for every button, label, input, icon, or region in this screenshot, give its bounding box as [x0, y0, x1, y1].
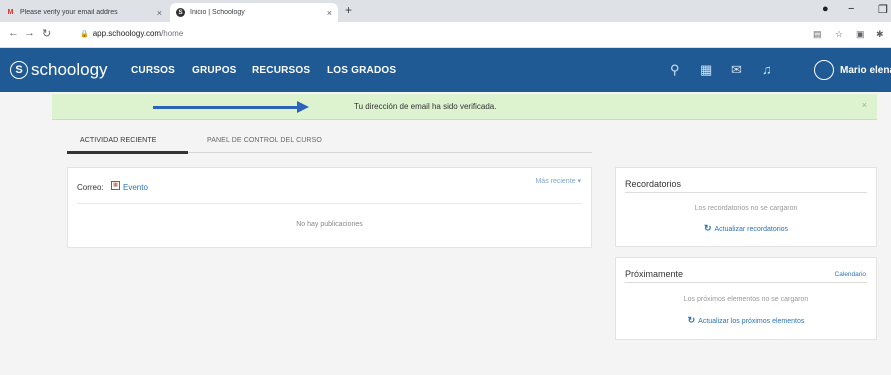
close-tab-icon[interactable]: × [327, 8, 332, 18]
notifications-bell-icon[interactable]: ♫ [762, 62, 772, 77]
schoology-nav: S schoology CURSOS GRUPOS RECURSOS LOS G… [0, 48, 891, 92]
refresh-icon: ↻ [687, 315, 696, 325]
new-tab-button[interactable]: + [345, 3, 352, 17]
puzzle-icon[interactable]: ✱ [876, 29, 884, 40]
divider [625, 282, 867, 283]
schoology-logo-icon: S [10, 61, 28, 79]
reload-icon[interactable]: ↻ [42, 27, 51, 40]
schoology-favicon: S [176, 8, 185, 17]
activity-feed: Correo: ▦ Evento Más reciente ▾ No hay p… [67, 167, 592, 248]
profile-dot-icon[interactable]: ● [822, 3, 829, 15]
calendar-icon[interactable]: ▦ [700, 62, 712, 78]
back-icon[interactable]: ← [8, 27, 19, 39]
browser-tab-strip: M Please verify your email addres × S In… [0, 0, 891, 22]
nav-los-grados[interactable]: LOS GRADOS [327, 65, 396, 76]
close-banner-icon[interactable]: × [862, 100, 867, 110]
logo-text: schoology [31, 60, 108, 79]
nav-grupos[interactable]: GRUPOS [192, 65, 237, 76]
post-label: Correo: [77, 183, 104, 192]
reminders-note: Los recordatorios no se cargaron [694, 205, 798, 212]
address-bar: ← → ↻ 🔒 app.schoology.com/home ▤ ☆ ▣ ✱ [0, 22, 891, 48]
sort-dropdown[interactable]: Más reciente ▾ [535, 177, 581, 185]
gmail-icon: M [7, 9, 14, 16]
empty-feed-text: No hay publicaciones [296, 221, 363, 228]
lock-icon: 🔒 [80, 31, 89, 38]
calendar-link[interactable]: Calendario [835, 271, 866, 278]
refresh-reminders-link[interactable]: ↻ Actualizar recordatorios [616, 223, 876, 234]
browser-tab-gmail[interactable]: M Please verify your email addres × [0, 3, 168, 22]
close-tab-icon[interactable]: × [157, 8, 162, 18]
event-calendar-icon: ▦ [111, 181, 120, 190]
mail-icon[interactable]: ✉ [731, 62, 742, 78]
active-tab-underline [67, 151, 188, 154]
upcoming-card: Próximamente Calendario Los próximos ele… [615, 257, 877, 340]
forward-icon[interactable]: → [24, 27, 35, 39]
schoology-logo[interactable]: S schoology [10, 60, 108, 80]
divider [625, 192, 867, 193]
arrow-annotation [153, 101, 309, 113]
avatar[interactable] [814, 60, 834, 80]
user-name[interactable]: Mario elena [840, 65, 891, 76]
url-path: /home [161, 29, 184, 38]
url-field[interactable]: 🔒 app.schoology.com/home [80, 29, 183, 38]
banner-message: Tu dirección de email ha sido verificada… [354, 102, 497, 111]
bookmark-star-icon[interactable]: ☆ [835, 29, 843, 40]
home-tabs: ACTIVIDAD RECIENTE PANEL DE CONTROL DEL … [67, 127, 592, 154]
refresh-upcoming-label: Actualizar los próximos elementos [698, 318, 805, 325]
reminders-card: Recordatorios Los recordatorios no se ca… [615, 167, 877, 247]
extension-icon[interactable]: ▣ [856, 29, 865, 40]
event-link[interactable]: Evento [123, 183, 148, 192]
nav-recursos[interactable]: RECURSOS [252, 65, 310, 76]
refresh-icon: ↻ [703, 223, 712, 233]
refresh-upcoming-link[interactable]: ↻ Actualizar los próximos elementos [616, 315, 876, 326]
browser-tab-schoology[interactable]: S Inicio | Schoology × [170, 3, 338, 22]
reminders-title: Recordatorios [625, 179, 682, 189]
refresh-reminders-label: Actualizar recordatorios [714, 226, 789, 233]
url-host: app.schoology.com [92, 29, 162, 38]
tab-actividad-reciente[interactable]: ACTIVIDAD RECIENTE [80, 137, 156, 144]
tab-panel-control-curso[interactable]: PANEL DE CONTROL DEL CURSO [207, 137, 322, 144]
search-icon[interactable]: ⚲ [670, 62, 680, 78]
upcoming-title: Próximamente [625, 269, 684, 279]
tab-title: Please verify your email addres [20, 9, 118, 16]
minimize-icon[interactable]: − [848, 3, 854, 15]
restore-icon[interactable]: ❐ [878, 3, 888, 16]
upcoming-note: Los próximos elementos no se cargaron [683, 296, 809, 303]
tab-title: Inicio | Schoology [190, 9, 245, 16]
divider [77, 203, 582, 204]
email-verified-banner: Tu dirección de email ha sido verificada… [52, 94, 877, 120]
nav-cursos[interactable]: CURSOS [131, 65, 175, 76]
translate-icon[interactable]: ▤ [813, 29, 822, 40]
